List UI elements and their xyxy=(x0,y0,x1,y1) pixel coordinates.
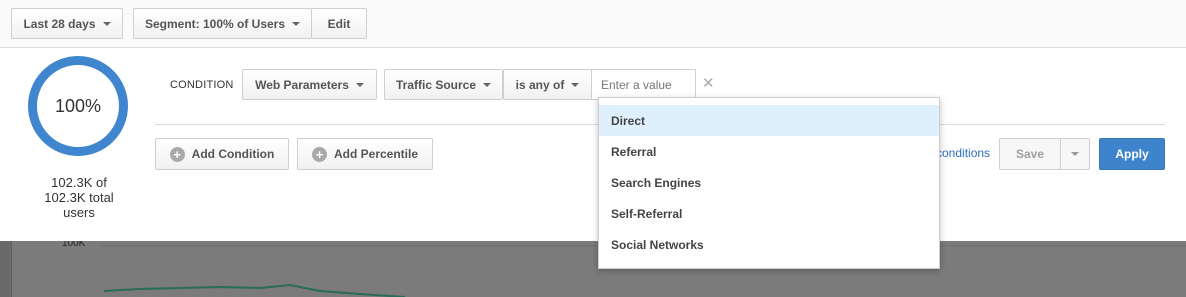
segment-users-caption: 102.3K of 102.3K total users xyxy=(20,175,138,220)
chevron-down-icon xyxy=(355,82,364,87)
save-options-button[interactable] xyxy=(1060,138,1090,170)
chevron-down-icon xyxy=(483,82,492,87)
dropdown-option[interactable]: Referral xyxy=(599,136,939,167)
condition-value-input[interactable] xyxy=(591,69,696,100)
operator-select-value: is any of xyxy=(515,77,565,92)
category-select-value: Web Parameters xyxy=(255,77,349,92)
dimension-select[interactable]: Traffic Source xyxy=(384,69,503,100)
segment-donut-chart: 100% xyxy=(28,56,128,156)
chevron-down-icon xyxy=(571,82,580,87)
segment-percent: 100% xyxy=(54,95,102,116)
add-condition-button[interactable]: + Add Condition xyxy=(155,138,289,170)
users-caption-line: users xyxy=(63,205,95,220)
condition-label: CONDITION xyxy=(170,79,234,91)
dropdown-option[interactable]: Search Engines xyxy=(599,167,939,198)
dropdown-option[interactable]: Self-Referral xyxy=(599,198,939,229)
operator-select[interactable]: is any of xyxy=(503,69,592,100)
add-percentile-label: Add Percentile xyxy=(333,147,419,161)
dimension-select-value: Traffic Source xyxy=(395,77,477,92)
dropdown-option[interactable]: Direct xyxy=(599,105,939,136)
users-caption-line: 102.3K of xyxy=(51,175,107,190)
traffic-source-dropdown: Direct Referral Search Engines Self-Refe… xyxy=(598,97,940,269)
remove-condition-icon[interactable]: ✕ xyxy=(702,74,715,92)
save-button[interactable]: Save xyxy=(999,138,1061,170)
chart-series-line xyxy=(103,283,406,297)
dropdown-option[interactable]: Social Networks xyxy=(599,229,939,260)
apply-button[interactable]: Apply xyxy=(1099,138,1165,170)
plus-circle-icon: + xyxy=(311,146,327,162)
chevron-down-icon xyxy=(1071,152,1079,156)
category-select[interactable]: Web Parameters xyxy=(242,69,377,100)
conditions-link[interactable]: conditions xyxy=(936,146,990,160)
add-percentile-button[interactable]: + Add Percentile xyxy=(297,138,433,170)
users-caption-line: 102.3K total xyxy=(44,190,114,205)
add-condition-label: Add Condition xyxy=(191,147,275,161)
plus-circle-icon: + xyxy=(169,146,185,162)
